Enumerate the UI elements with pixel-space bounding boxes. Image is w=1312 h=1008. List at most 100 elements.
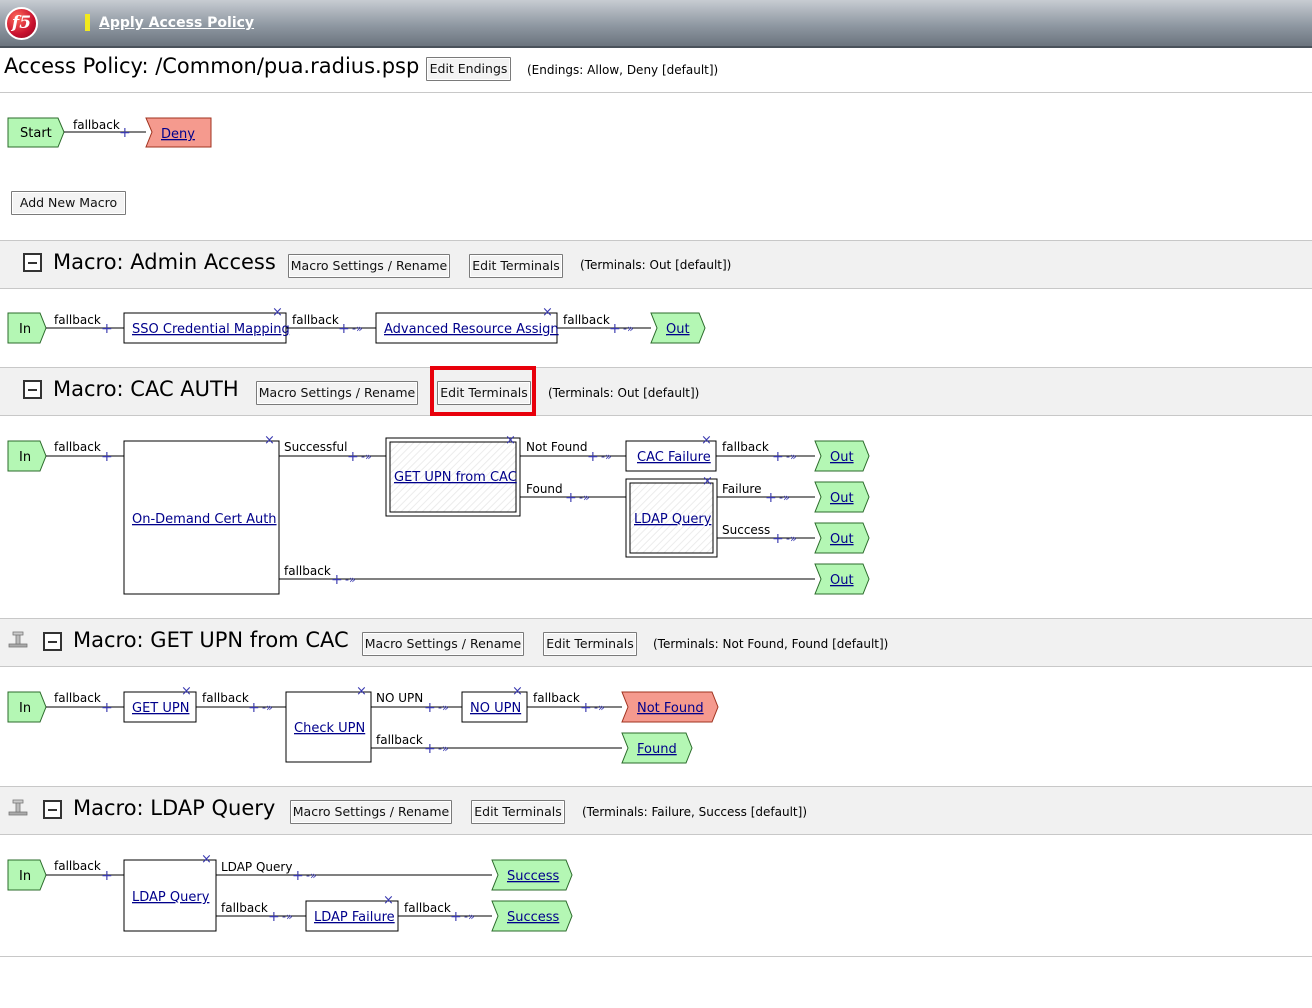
terminal-link[interactable]: Out: [666, 322, 690, 337]
terminal-link[interactable]: Found: [637, 742, 677, 757]
in-label: In: [19, 869, 31, 884]
arrow-icon: -»: [594, 701, 605, 714]
arrow-icon: -»: [601, 450, 612, 463]
branch-label: fallback: [221, 901, 268, 915]
branch-label: NO UPN: [376, 691, 423, 705]
delete-icon[interactable]: ×: [181, 684, 192, 699]
arrow-icon: -»: [464, 910, 475, 923]
add-item-icon[interactable]: +: [292, 868, 304, 884]
policy-flow-diagram: Start fallback + Deny In fallback + SSO …: [7, 117, 870, 932]
branch-label: LDAP Query: [221, 860, 292, 874]
add-item-icon[interactable]: +: [119, 125, 131, 141]
delete-icon[interactable]: ×: [542, 305, 553, 320]
add-item-icon[interactable]: +: [101, 868, 113, 884]
arrow-icon: -»: [306, 869, 317, 882]
in-label: In: [19, 701, 31, 716]
arrow-icon: -»: [282, 910, 293, 923]
action-link[interactable]: LDAP Query: [132, 890, 210, 905]
action-link[interactable]: Check UPN: [294, 721, 365, 736]
arrow-icon: -»: [361, 450, 372, 463]
branch-label: fallback: [292, 313, 339, 327]
add-item-icon[interactable]: +: [331, 572, 343, 588]
arrow-icon: -»: [786, 450, 797, 463]
add-item-icon[interactable]: +: [101, 321, 113, 337]
action-link[interactable]: NO UPN: [470, 701, 521, 716]
arrow-icon: -»: [262, 701, 273, 714]
branch-label: fallback: [54, 313, 101, 327]
add-item-icon[interactable]: +: [424, 741, 436, 757]
action-link[interactable]: CAC Failure: [637, 450, 711, 465]
branch-label: fallback: [376, 733, 423, 747]
branch-label: fallback: [563, 313, 610, 327]
arrow-icon: -»: [352, 322, 363, 335]
policy-flow: Start fallback + Deny: [7, 117, 212, 148]
arrow-icon: -»: [438, 742, 449, 755]
add-item-icon[interactable]: +: [765, 490, 777, 506]
arrow-icon: -»: [579, 491, 590, 504]
add-item-icon[interactable]: +: [101, 700, 113, 716]
add-item-icon[interactable]: +: [587, 449, 599, 465]
arrow-icon: -»: [345, 573, 356, 586]
branch-label: fallback: [54, 691, 101, 705]
add-item-icon[interactable]: +: [772, 449, 784, 465]
delete-icon[interactable]: ×: [264, 433, 275, 448]
in-label: In: [19, 322, 31, 337]
flow-ldap-query: In fallback + LDAP Query × LDAP Query + …: [7, 852, 573, 932]
delete-icon[interactable]: ×: [512, 684, 523, 699]
action-link[interactable]: SSO Credential Mapping: [132, 322, 290, 337]
action-link[interactable]: GET UPN from CAC: [394, 470, 517, 485]
add-item-icon[interactable]: +: [347, 449, 359, 465]
delete-icon[interactable]: ×: [702, 474, 713, 489]
terminal-link[interactable]: Success: [507, 869, 560, 884]
terminal-link[interactable]: Out: [830, 450, 854, 465]
flow-cac-auth: In fallback + On-Demand Cert Auth × Succ…: [7, 433, 870, 595]
branch-label: Success: [722, 523, 770, 537]
terminal-link[interactable]: Out: [830, 532, 854, 547]
branch-label: fallback: [73, 118, 120, 132]
terminal-link[interactable]: Success: [507, 910, 560, 925]
branch-label: fallback: [54, 440, 101, 454]
in-label: In: [19, 450, 31, 465]
arrow-icon: -»: [786, 532, 797, 545]
terminal-link[interactable]: Not Found: [637, 701, 704, 716]
add-item-icon[interactable]: +: [424, 700, 436, 716]
ending-deny-link[interactable]: Deny: [161, 127, 195, 142]
branch-label: Failure: [722, 482, 761, 496]
branch-label: Not Found: [526, 440, 587, 454]
action-link[interactable]: Advanced Resource Assign: [384, 322, 559, 337]
start-label: Start: [20, 126, 52, 141]
flow-get-upn: In fallback + GET UPN × fallback + -» Ch…: [7, 684, 719, 764]
branch-label: fallback: [722, 440, 769, 454]
action-link[interactable]: On-Demand Cert Auth: [132, 512, 277, 527]
arrow-icon: -»: [623, 322, 634, 335]
add-item-icon[interactable]: +: [609, 321, 621, 337]
delete-icon[interactable]: ×: [356, 684, 367, 699]
branch-label: fallback: [404, 901, 451, 915]
action-link[interactable]: GET UPN: [132, 701, 189, 716]
branch-label: Successful: [284, 440, 347, 454]
delete-icon[interactable]: ×: [701, 433, 712, 448]
branch-label: fallback: [533, 691, 580, 705]
add-item-icon[interactable]: +: [772, 531, 784, 547]
add-item-icon[interactable]: +: [338, 321, 350, 337]
action-link[interactable]: LDAP Failure: [314, 910, 395, 925]
delete-icon[interactable]: ×: [383, 893, 394, 908]
branch-label: Found: [526, 482, 563, 496]
add-item-icon[interactable]: +: [248, 700, 260, 716]
add-item-icon[interactable]: +: [565, 490, 577, 506]
terminal-link[interactable]: Out: [830, 491, 854, 506]
action-link[interactable]: LDAP Query: [634, 512, 712, 527]
delete-icon[interactable]: ×: [272, 305, 283, 320]
add-item-icon[interactable]: +: [450, 909, 462, 925]
add-item-icon[interactable]: +: [268, 909, 280, 925]
arrow-icon: -»: [779, 491, 790, 504]
branch-label: fallback: [54, 859, 101, 873]
arrow-icon: -»: [438, 701, 449, 714]
delete-icon[interactable]: ×: [505, 433, 516, 448]
delete-icon[interactable]: ×: [201, 852, 212, 867]
terminal-link[interactable]: Out: [830, 573, 854, 588]
branch-label: fallback: [202, 691, 249, 705]
flow-admin-access: In fallback + SSO Credential Mapping × f…: [7, 305, 706, 344]
add-item-icon[interactable]: +: [580, 700, 592, 716]
add-item-icon[interactable]: +: [101, 449, 113, 465]
